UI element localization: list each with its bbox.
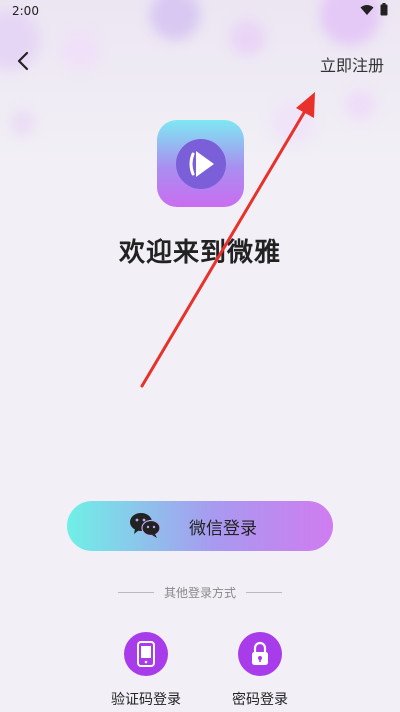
back-button[interactable] <box>8 46 38 76</box>
sms-code-login-label: 验证码登录 <box>111 692 181 708</box>
divider-line-left <box>117 592 154 593</box>
status-time: 2:00 <box>12 4 39 18</box>
status-icons <box>360 3 388 16</box>
wechat-login-label: 微信登录 <box>189 519 257 539</box>
app-logo <box>157 120 244 207</box>
other-login-divider: 其他登录方式 <box>0 584 400 601</box>
sms-code-login-icon-wrap <box>124 632 168 676</box>
register-link[interactable]: 立即注册 <box>320 52 384 76</box>
wechat-login-button[interactable]: 微信登录 <box>67 501 333 551</box>
wifi-icon <box>360 4 374 15</box>
password-login-button[interactable]: 密码登录 <box>220 632 300 709</box>
password-login-icon-wrap <box>238 632 282 676</box>
welcome-title: 欢迎来到微雅 <box>118 238 281 268</box>
battery-icon <box>380 3 388 16</box>
chevron-left-icon <box>17 51 29 71</box>
password-login-label: 密码登录 <box>232 692 288 708</box>
phone-icon <box>137 641 155 667</box>
divider-line-right <box>246 592 282 593</box>
lock-icon <box>252 641 268 665</box>
status-bar: 2:00 <box>0 0 400 24</box>
wechat-icon <box>130 513 161 538</box>
sms-code-login-button[interactable]: 验证码登录 <box>106 632 186 709</box>
play-icon <box>175 138 226 189</box>
other-login-text: 其他登录方式 <box>163 586 236 600</box>
